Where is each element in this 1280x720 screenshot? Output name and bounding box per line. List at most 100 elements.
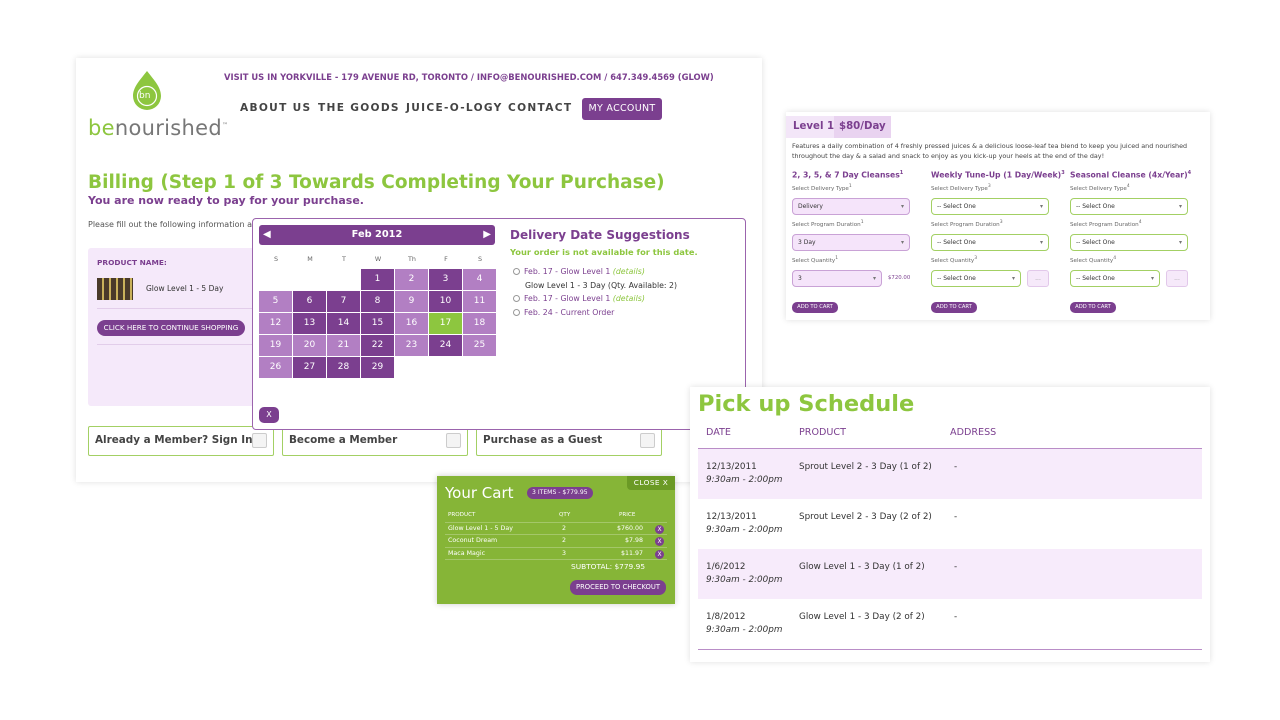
quantity-select[interactable]: -- Select One ▾ [1070,270,1160,287]
level-price: $80/Day [834,116,891,138]
pickup-product: Sprout Level 2 - 3 Day (1 of 2) [799,462,932,472]
calendar-day[interactable]: 5 [259,291,292,312]
calendar-day[interactable]: 28 [327,357,360,378]
select-value: -- Select One [1076,203,1115,210]
quantity-select[interactable]: 3 ▾ [792,270,882,287]
product-name: Glow Level 1 - 5 Day [146,284,224,293]
details-link[interactable]: (details) [613,267,645,276]
calendar-day[interactable]: 1 [361,269,394,290]
calendar-day[interactable]: 25 [463,335,496,356]
calendar-day[interactable]: 19 [259,335,292,356]
calendar-day[interactable]: 15 [361,313,394,334]
pickup-date: 12/13/2011 [706,462,757,472]
calendar-header: ◀ Feb 2012 ▶ [259,225,495,245]
calendar-day[interactable]: 20 [293,335,326,356]
nav-about-us[interactable]: ABOUT US [240,102,311,114]
option-sign-in[interactable]: Already a Member? Sign In [88,426,274,456]
delivery-type-select[interactable]: -- Select One ▾ [1070,198,1188,215]
col-product-header: PRODUCT [799,427,846,438]
nav-contact[interactable]: CONTACT [508,102,572,114]
more-button[interactable]: ... [1166,270,1188,287]
schedule-row: 12/13/2011 9:30am - 2:00pm Sprout Level 2 … [698,449,1202,499]
calendar-day[interactable]: 3 [429,269,462,290]
calendar-day[interactable]: 8 [361,291,394,312]
more-button[interactable]: ... [1027,270,1049,287]
pickup-address: - [954,562,958,572]
cart-close-button[interactable]: CLOSE X [627,476,675,490]
calendar-day[interactable]: 27 [293,357,326,378]
calendar-day[interactable]: 4 [463,269,496,290]
cart-item-price: $7.98 [624,537,643,544]
quantity-select[interactable]: -- Select One ▾ [931,270,1021,287]
label-text: Select Quantity [792,257,836,264]
calendar-day[interactable]: 22 [361,335,394,356]
calendar-day[interactable]: 17 [429,313,462,334]
schedule-row: 1/8/2012 9:30am - 2:00pm Glow Level 1 - 3 … [698,599,1202,649]
column-title-text: 2, 3, 5, & 7 Day Cleanses [792,170,900,180]
calendar-close-button[interactable]: X [259,407,279,423]
add-to-cart-button[interactable]: ADD TO CART [1070,302,1116,313]
next-month-icon[interactable]: ▶ [483,225,491,245]
proceed-checkout-button[interactable]: PROCEED TO CHECKOUT [570,580,666,595]
suggestion-2[interactable]: Feb. 17 - Glow Level 1 (details) [513,294,645,303]
calendar-day[interactable]: 18 [463,313,496,334]
calendar-day[interactable]: 13 [293,313,326,334]
label-footnote: 4 [1138,220,1142,225]
delivery-type-select[interactable]: Delivery ▾ [792,198,910,215]
prev-month-icon[interactable]: ◀ [263,225,271,245]
calendar-day[interactable]: 12 [259,313,292,334]
add-to-cart-button[interactable]: ADD TO CART [931,302,977,313]
remove-item-icon[interactable]: X [655,549,664,559]
continue-shopping-button[interactable]: CLICK HERE TO CONTINUE SHOPPING [97,320,245,336]
nav-the-goods[interactable]: THE GOODS [318,102,400,114]
line-price: $720.00 [888,275,911,281]
cart-item-row: Glow Level 1 - 5 Day 2 $760.00 X [445,523,667,535]
chevron-down-icon: ▾ [1039,203,1043,210]
calendar-day[interactable]: 26 [259,357,292,378]
remove-item-icon[interactable]: X [655,524,664,534]
add-to-cart-button[interactable]: ADD TO CART [792,302,838,313]
sign-in-checkbox[interactable] [252,433,267,448]
label-text: Select Delivery Type [1070,185,1127,192]
pickup-time: 9:30am - 2:00pm [706,525,783,535]
delivery-type-label: Select Delivery Type1 [792,184,852,192]
calendar-day[interactable]: 16 [395,313,428,334]
benourished-logo[interactable]: bn benourished™ [88,70,228,140]
radio-icon[interactable] [513,309,520,316]
pickup-product: Sprout Level 2 - 3 Day (2 of 2) [799,512,932,522]
suggestion-1[interactable]: Feb. 17 - Glow Level 1 (details) [513,267,645,276]
my-account-button[interactable]: MY ACCOUNT [582,98,662,120]
calendar-day[interactable]: 6 [293,291,326,312]
calendar-day[interactable]: 2 [395,269,428,290]
remove-item-icon[interactable]: X [655,537,664,546]
calendar-day[interactable]: 7 [327,291,360,312]
calendar-day[interactable]: 29 [361,357,394,378]
calendar-day[interactable]: 11 [463,291,496,312]
program-duration-select[interactable]: 3 Day ▾ [792,234,910,251]
label-footnote: 3 [987,184,991,189]
suggestion-3[interactable]: Feb. 24 - Current Order [513,308,614,317]
chevron-down-icon: ▾ [1039,239,1043,246]
pickup-time: 9:30am - 2:00pm [706,575,783,585]
radio-icon[interactable] [513,295,520,302]
nav-juice-o-logy[interactable]: JUICE-O-LOGY [406,102,503,114]
option-become-member[interactable]: Become a Member [282,426,468,456]
guest-checkbox[interactable] [640,433,655,448]
calendar-day[interactable]: 14 [327,313,360,334]
calendar-day[interactable]: 10 [429,291,462,312]
become-member-checkbox[interactable] [446,433,461,448]
program-duration-select[interactable]: -- Select One ▾ [931,234,1049,251]
option-guest[interactable]: Purchase as a Guest [476,426,662,456]
details-link[interactable]: (details) [613,294,645,303]
calendar-day[interactable]: 21 [327,335,360,356]
calendar-day[interactable]: 23 [395,335,428,356]
radio-icon[interactable] [513,268,520,275]
calendar-day[interactable]: 24 [429,335,462,356]
calendar-day[interactable]: 9 [395,291,428,312]
program-duration-select[interactable]: -- Select One ▾ [1070,234,1188,251]
cart-item-name: Maca Magic [448,549,486,557]
column-footnote: 3 [1061,170,1065,176]
option-column-title: Weekly Tune-Up (1 Day/Week)3 [931,170,1065,180]
cart-item-qty: 3 [562,549,567,557]
delivery-type-select[interactable]: -- Select One ▾ [931,198,1049,215]
